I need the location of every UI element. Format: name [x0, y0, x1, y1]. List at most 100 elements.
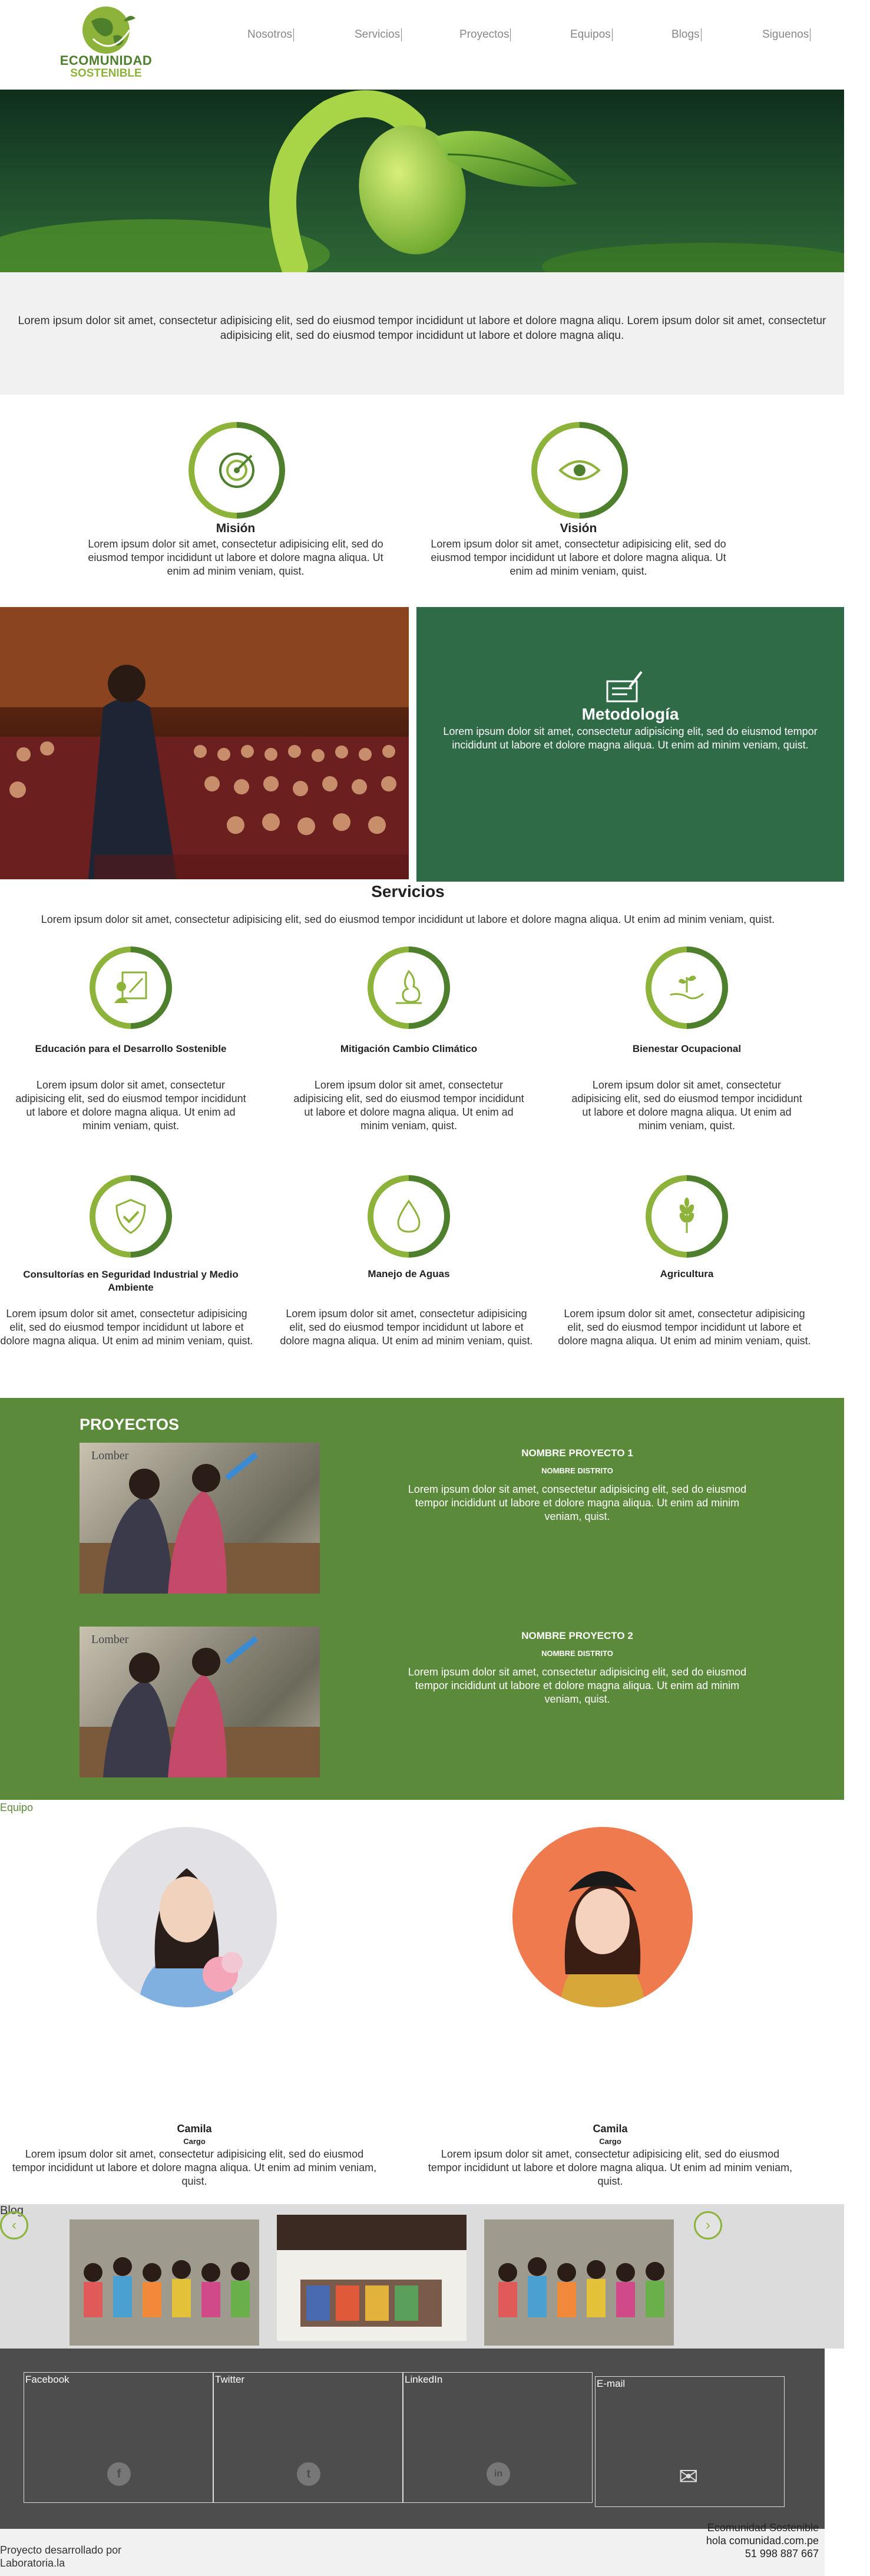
carousel-next-button[interactable]: ›	[694, 2211, 722, 2239]
service-text-3: Lorem ipsum dolor sit amet, consectetur …	[571, 1079, 802, 1132]
carousel-prev-button[interactable]: ‹	[0, 2211, 28, 2239]
service-title-1: Educación para el Desarrollo Sostenible	[35, 1043, 227, 1054]
conference-photo	[0, 607, 409, 879]
equipo-title: Equipo	[0, 1802, 34, 1813]
contact-email[interactable]: hola comunidad.com.pe	[589, 2534, 819, 2547]
vision-ring	[511, 402, 648, 539]
hero-banner	[0, 90, 844, 272]
service-text-6: Lorem ipsum dolor sit amet, consectetur …	[558, 1308, 811, 1347]
servicios-subtitle: Lorem ipsum dolor sit amet, consectetur …	[41, 913, 775, 925]
blog-post-1[interactable]	[70, 2219, 259, 2346]
service-ring-3	[628, 929, 745, 1046]
service-ring-2	[350, 929, 467, 1046]
nav-blogs[interactable]: Blogs	[671, 28, 702, 41]
proyectos-title: PROYECTOS	[80, 1416, 180, 1433]
metodologia-title: Metodología	[581, 705, 679, 723]
contact-phone: 51 998 887 667	[745, 2548, 819, 2559]
climate-icon	[396, 969, 422, 1004]
service-title-6: Agricultura	[660, 1268, 714, 1279]
conference-image	[0, 607, 409, 879]
project-name-2: NOMBRE PROYECTO 2	[521, 1630, 633, 1641]
team-text-1: Lorem ipsum dolor sit amet, consectetur …	[12, 2148, 377, 2187]
project-photo-2[interactable]: Lomber	[80, 1627, 320, 1777]
service-title-4: Consultorías en Seguridad Industrial y M…	[23, 1269, 239, 1293]
team-name-2: Camila	[593, 2123, 628, 2135]
service-ring-6	[628, 1158, 745, 1275]
facebook-label: Facebook	[25, 2374, 70, 2385]
twitter-icon[interactable]: t	[297, 2462, 320, 2486]
team-role-2: Cargo	[599, 2137, 621, 2146]
service-title-5: Manejo de Aguas	[368, 1268, 450, 1279]
linkedin-box[interactable]: LinkedIn in	[403, 2372, 593, 2503]
vision-text: Lorem ipsum dolor sit amet, consectetur …	[431, 538, 726, 577]
service-title-2: Mitigación Cambio Climático	[340, 1043, 478, 1054]
globe-logo-icon	[82, 6, 135, 54]
sprout-image	[0, 90, 844, 272]
eye-icon	[558, 460, 601, 480]
mision-ring	[168, 402, 305, 539]
intro-section: Lorem ipsum dolor sit amet, consectetur …	[0, 272, 844, 395]
service-ring-4	[72, 1158, 189, 1275]
nav-siguenos[interactable]: Siguenos	[762, 28, 811, 41]
contact-org: Ecomunidad Sostenible	[707, 2522, 819, 2534]
team-avatar-1	[97, 1827, 277, 2007]
education-icon	[114, 971, 147, 1003]
linkedin-icon[interactable]: in	[487, 2462, 510, 2486]
shield-check-icon	[115, 1199, 146, 1234]
credit-link[interactable]: Laboratoria.la	[0, 2557, 121, 2570]
vision-title: Visión	[560, 522, 597, 535]
wheat-icon	[679, 1198, 694, 1233]
svg-text:Lomber: Lomber	[91, 1633, 129, 1646]
blog-image-3	[484, 2219, 674, 2346]
team-text-2: Lorem ipsum dolor sit amet, consectetur …	[428, 2148, 793, 2187]
service-text-5: Lorem ipsum dolor sit amet, consectetur …	[280, 1308, 533, 1347]
facebook-box[interactable]: Facebook f	[24, 2372, 213, 2503]
linkedin-label: LinkedIn	[405, 2374, 443, 2385]
project-image-1: Lomber	[80, 1449, 320, 1594]
water-drop-icon	[397, 1199, 421, 1233]
service-text-4: Lorem ipsum dolor sit amet, consectetur …	[0, 1308, 253, 1347]
project-text-1: Lorem ipsum dolor sit amet, consectetur …	[408, 1483, 747, 1522]
credit-line1: Proyecto desarrollado por	[0, 2544, 122, 2556]
nav-proyectos[interactable]: Proyectos	[459, 28, 511, 41]
nav-servicios[interactable]: Servicios	[355, 28, 402, 41]
logo-text-line2: SOSTENIBLE	[70, 67, 142, 80]
project-district-2: NOMBRE DISTRITO	[541, 1649, 613, 1658]
twitter-box[interactable]: Twitter t	[213, 2372, 403, 2503]
service-text-2: Lorem ipsum dolor sit amet, consectetur …	[293, 1079, 524, 1132]
email-icon[interactable]: ✉	[679, 2465, 699, 2489]
target-icon	[219, 453, 254, 488]
mision-text: Lorem ipsum dolor sit amet, consectetur …	[88, 538, 383, 577]
mision-title: Misión	[216, 522, 256, 535]
project-district-1: NOMBRE DISTRITO	[541, 1466, 613, 1475]
team-name-1: Camila	[177, 2123, 212, 2135]
facebook-icon[interactable]: f	[107, 2462, 131, 2486]
service-title-3: Bienestar Ocupacional	[632, 1043, 742, 1054]
chevron-left-icon: ‹	[12, 2217, 16, 2233]
team-role-1: Cargo	[183, 2137, 206, 2146]
project-photo-1[interactable]: Lomber	[80, 1443, 320, 1594]
team-photo-1	[138, 1868, 243, 2007]
email-label: E-mail	[597, 2378, 626, 2389]
twitter-label: Twitter	[215, 2374, 245, 2385]
email-box[interactable]: E-mail ✉	[595, 2376, 785, 2507]
blog-image-2	[277, 2215, 467, 2341]
chevron-right-icon: ›	[706, 2217, 710, 2233]
project-text-2: Lorem ipsum dolor sit amet, consectetur …	[408, 1666, 747, 1705]
team-photo-2	[560, 1871, 646, 2007]
service-ring-1	[72, 929, 189, 1046]
blog-post-2[interactable]	[277, 2215, 467, 2341]
blog-image-1	[70, 2219, 259, 2346]
contact-info: Ecomunidad Sostenible hola comunidad.com…	[589, 2521, 819, 2560]
nav-nosotros[interactable]: Nosotros	[247, 28, 295, 41]
credit-text: Proyecto desarrollado por Laboratoria.la	[0, 2544, 121, 2570]
team-avatar-2	[512, 1827, 693, 2007]
blog-post-3[interactable]	[484, 2219, 674, 2346]
svg-text:Lomber: Lomber	[91, 1449, 129, 1462]
nav-equipos[interactable]: Equipos	[570, 28, 613, 41]
intro-text: Lorem ipsum dolor sit amet, consectetur …	[18, 315, 826, 342]
service-ring-5	[350, 1158, 467, 1275]
service-text-1: Lorem ipsum dolor sit amet, consectetur …	[15, 1079, 246, 1132]
hand-plant-icon	[670, 975, 704, 1000]
project-image-2: Lomber	[80, 1633, 320, 1777]
